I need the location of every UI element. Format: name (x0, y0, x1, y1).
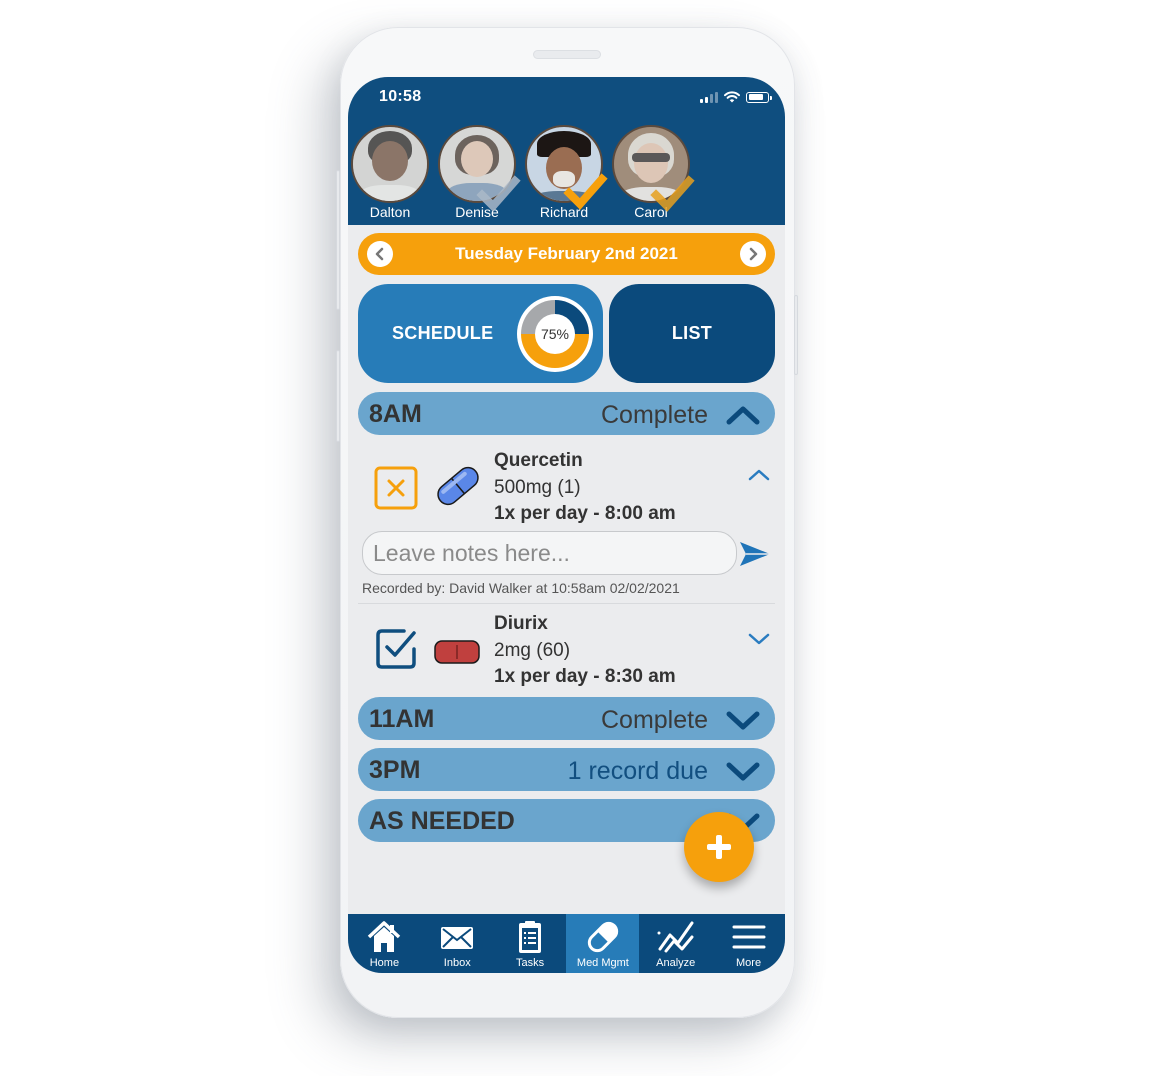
battery-icon (746, 91, 772, 103)
tab-more[interactable]: More (712, 914, 785, 973)
med-name: Quercetin (494, 450, 583, 471)
chevron-down-icon[interactable] (747, 631, 771, 647)
check-icon (563, 173, 608, 210)
section-3pm[interactable]: 3PM 1 record due (358, 748, 775, 791)
tab-label: Inbox (443, 957, 471, 969)
med-dose: 2mg (60) (494, 640, 571, 661)
app-header: 10:58 Dalton Denise Richard Carol (348, 77, 785, 225)
bottom-tab-bar: Home Inbox Tasks Med Mgmt Analyze More (348, 914, 785, 973)
list-label: LIST (671, 323, 713, 343)
tab-label: Analyze (656, 957, 696, 969)
add-button[interactable] (684, 812, 754, 882)
current-date: Tuesday February 2nd 2021 (455, 244, 678, 263)
next-day-button[interactable] (740, 241, 766, 267)
check-icon (476, 175, 521, 212)
date-navigator: Tuesday February 2nd 2021 (358, 233, 775, 275)
med-dose: 500mg (1) (494, 477, 581, 498)
chevron-right-icon (749, 247, 758, 261)
status-icons (700, 91, 772, 103)
med-item-diurix: Diurix 2mg (60) 1x per day - 8:30 am (348, 609, 785, 699)
profile-name: Dalton (369, 204, 411, 220)
wifi-icon (724, 91, 740, 103)
app-screen: 10:58 Dalton Denise Richard Carol Tuesda… (348, 77, 785, 973)
home-icon (368, 921, 401, 952)
recorded-by: Recorded by: David Walker at 10:58am 02/… (362, 580, 680, 596)
profile-switcher: Dalton Denise Richard Carol (348, 125, 785, 225)
progress-percent: 75% (541, 326, 569, 342)
schedule-view-button[interactable]: SCHEDULE 75% (358, 284, 603, 383)
tab-tasks[interactable]: Tasks (494, 914, 567, 973)
section-11am[interactable]: 11AM Complete (358, 697, 775, 740)
section-status: Complete (601, 706, 708, 734)
pill-icon (587, 921, 619, 953)
tab-label: More (736, 957, 762, 969)
section-status: Complete (601, 401, 708, 429)
profile-richard[interactable]: Richard (524, 125, 608, 220)
med-frequency: 1x per day - 8:30 am (494, 666, 676, 687)
section-status: 1 record due (567, 757, 708, 785)
skipped-checkbox[interactable] (374, 466, 418, 510)
clipboard-icon (519, 921, 542, 953)
section-time: AS NEEDED (369, 807, 515, 835)
menu-icon (732, 925, 766, 949)
progress-donut: 75% (517, 296, 593, 372)
notes-input[interactable] (373, 538, 723, 568)
avatar-dalton (351, 125, 429, 203)
tab-label: Home (369, 957, 400, 969)
chevron-down-icon (726, 711, 760, 730)
side-button (336, 350, 340, 442)
notes-field[interactable] (362, 531, 737, 575)
section-8am[interactable]: 8AM Complete (358, 392, 775, 435)
status-time: 10:58 (379, 88, 422, 105)
med-name: Diurix (494, 613, 548, 634)
med-frequency: 1x per day - 8:00 am (494, 503, 676, 524)
chart-line-icon (657, 921, 694, 953)
side-button (336, 170, 340, 310)
signal-icon (700, 91, 718, 103)
section-time: 3PM (369, 756, 421, 784)
tab-inbox[interactable]: Inbox (421, 914, 494, 973)
tab-label: Med Mgmt (576, 957, 629, 969)
schedule-label: SCHEDULE (392, 323, 494, 343)
section-time: 8AM (369, 400, 422, 428)
capsule-icon (437, 466, 479, 506)
chevron-up-icon (726, 406, 760, 425)
send-icon[interactable] (738, 540, 772, 568)
tablet-icon (434, 640, 480, 664)
tab-analyze[interactable]: Analyze (639, 914, 712, 973)
tab-label: Tasks (516, 957, 545, 969)
speaker-grille (533, 50, 601, 59)
tab-home[interactable]: Home (348, 914, 421, 973)
profile-dalton[interactable]: Dalton (350, 125, 430, 220)
taken-checkbox[interactable] (374, 627, 418, 671)
profile-carol[interactable]: Carol (611, 125, 695, 220)
divider (358, 603, 775, 604)
tab-med-mgmt[interactable]: Med Mgmt (566, 914, 640, 973)
check-icon (650, 175, 695, 212)
envelope-icon (441, 927, 474, 949)
side-button (794, 295, 798, 375)
profile-denise[interactable]: Denise (437, 125, 521, 220)
chevron-up-icon[interactable] (747, 467, 771, 483)
chevron-down-icon (726, 762, 760, 781)
section-time: 11AM (369, 705, 435, 733)
list-view-button[interactable]: LIST (609, 284, 775, 383)
